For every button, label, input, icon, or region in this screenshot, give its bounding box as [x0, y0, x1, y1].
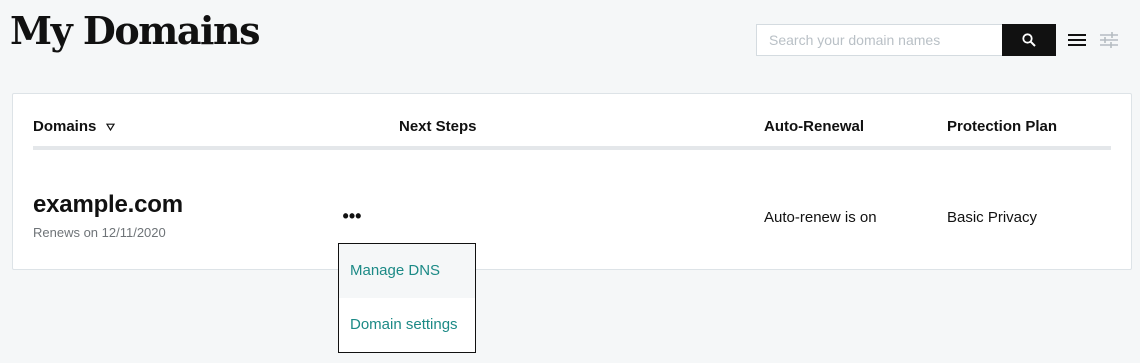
- protection-plan-value: Basic Privacy: [947, 209, 1038, 226]
- search-input[interactable]: [756, 24, 1002, 56]
- renewal-date: Renews on 12/11/2020: [33, 225, 166, 240]
- hamburger-icon: [1068, 34, 1086, 46]
- column-header-protection-plan: Protection Plan: [947, 118, 1058, 135]
- header-divider: [33, 146, 1111, 150]
- page-title: My Domains: [10, 8, 260, 53]
- domains-table: Domains Next Steps Auto-Renewal Protecti…: [12, 93, 1132, 270]
- column-header-next-steps: Next Steps: [399, 118, 477, 135]
- next-steps-menu: Manage DNS Domain settings: [338, 243, 476, 353]
- column-header-domains-label: Domains: [33, 118, 97, 135]
- more-options-button[interactable]: •••: [339, 207, 365, 225]
- domain-name-link[interactable]: example.com: [33, 191, 183, 219]
- list-view-button[interactable]: [1066, 28, 1088, 52]
- column-header-domains[interactable]: Domains: [33, 118, 116, 135]
- column-header-auto-renewal: Auto-Renewal: [764, 118, 865, 135]
- search-icon: [1022, 33, 1036, 47]
- menu-item-domain-settings[interactable]: Domain settings: [339, 298, 475, 352]
- filter-button[interactable]: [1098, 28, 1120, 52]
- my-domains-page: My Domains Domains: [0, 0, 1140, 363]
- search-button[interactable]: [1002, 24, 1056, 56]
- search-bar: [756, 24, 1056, 56]
- sort-triangle-icon: [106, 123, 116, 131]
- menu-item-manage-dns[interactable]: Manage DNS: [339, 244, 475, 298]
- auto-renewal-status: Auto-renew is on: [764, 209, 877, 226]
- sliders-icon: [1100, 32, 1118, 48]
